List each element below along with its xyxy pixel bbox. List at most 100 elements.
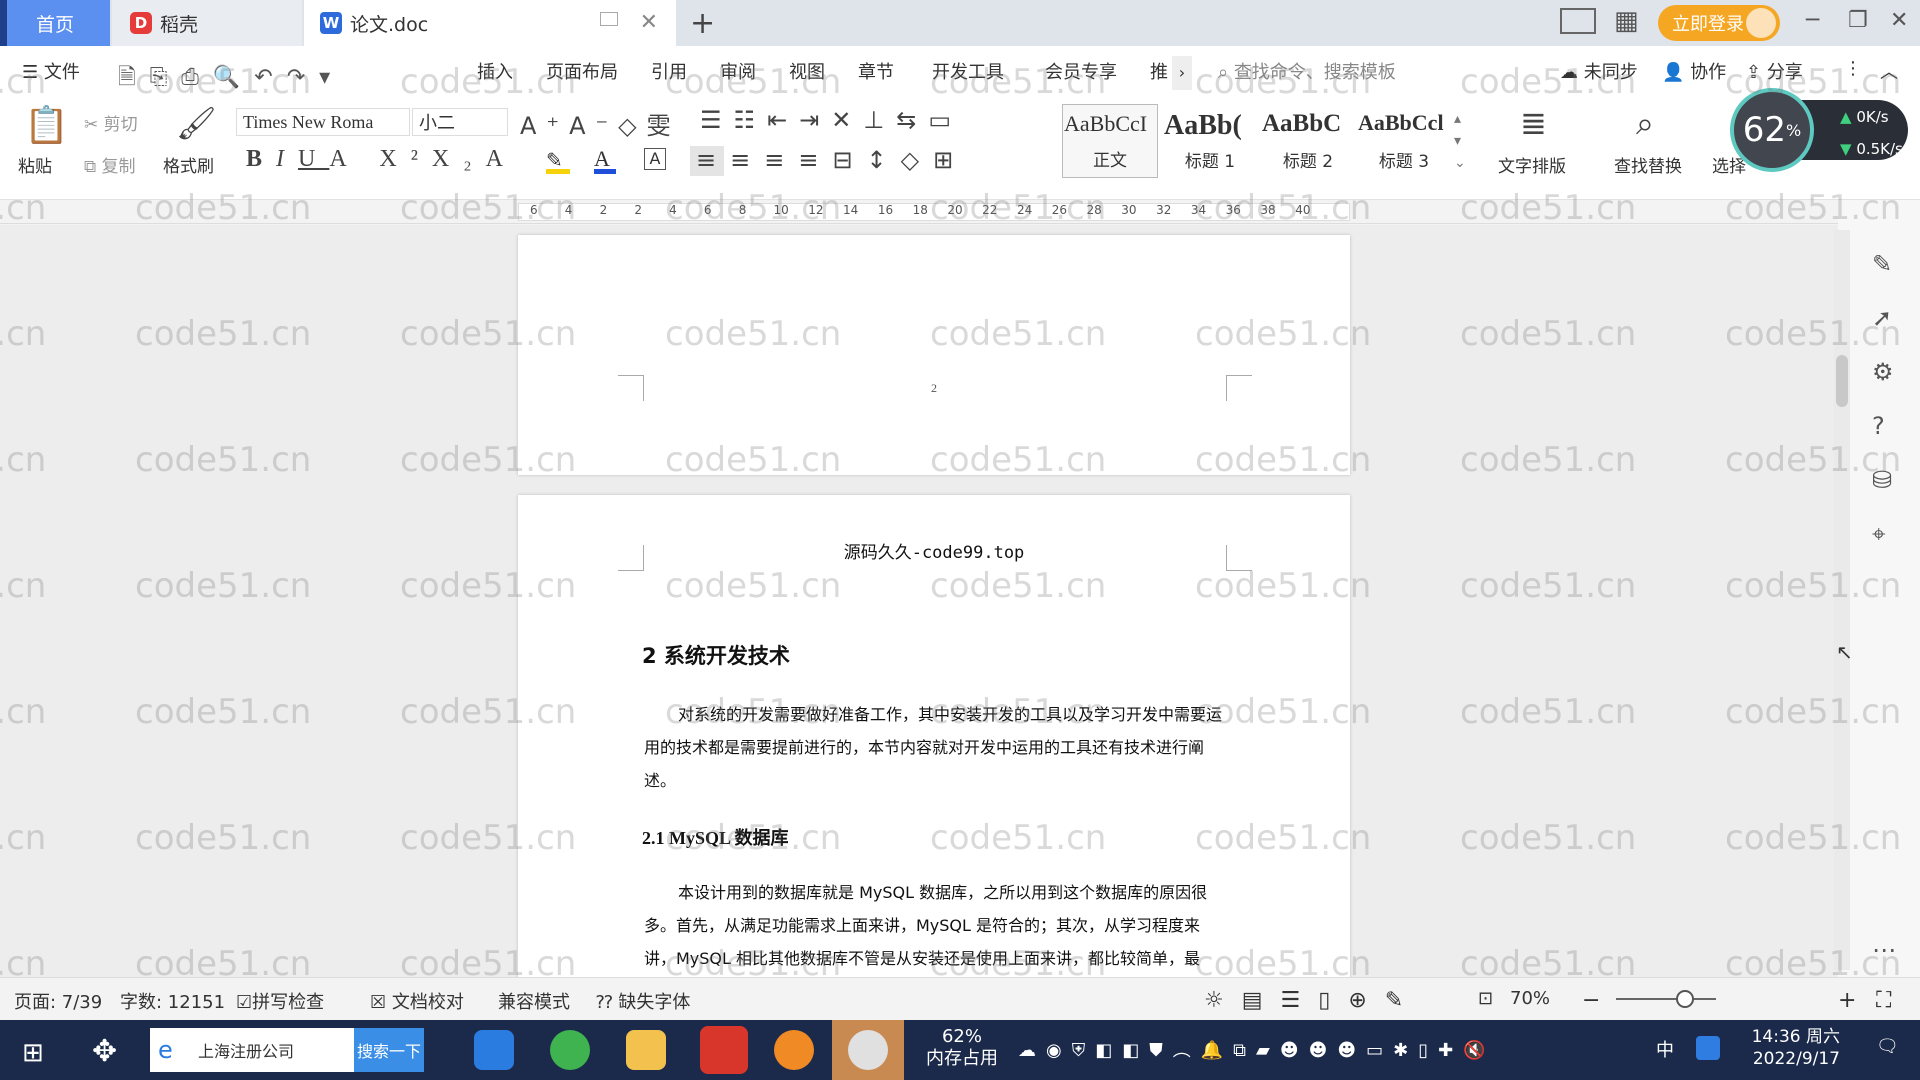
new-tab-icon[interactable]: + [690, 6, 715, 41]
style-normal[interactable]: AaBbCcI 正文 [1062, 104, 1158, 178]
ie-icon[interactable] [474, 1030, 514, 1070]
layout-icon[interactable] [1560, 8, 1596, 34]
browser-360-icon[interactable] [550, 1030, 590, 1070]
ruler-tick-label: 2 [634, 203, 642, 217]
active-app-tile[interactable] [832, 1020, 904, 1080]
vertical-scrollbar[interactable] [1834, 230, 1850, 970]
page-number: 2 [931, 381, 937, 395]
network-speed-widget[interactable]: 62% ▲ 0K/s ▼ 0.5K/s [1730, 88, 1908, 172]
clock[interactable]: 14:36 周六 2022/9/17 [1740, 1026, 1840, 1070]
taskbar-search[interactable]: e 上海注册公司 搜索一下 [150, 1028, 424, 1072]
tab-daoke[interactable]: D 稻壳 [112, 0, 302, 46]
paste-button[interactable]: 粘贴 [18, 152, 52, 177]
settings-sliders-icon[interactable]: ⚙ [1872, 358, 1894, 386]
notification-icon[interactable]: 🗨 [1876, 1036, 1899, 1057]
location-icon[interactable]: ⌖ [1872, 520, 1886, 548]
zoom-slider-thumb[interactable] [1676, 990, 1694, 1008]
window-pin-icon[interactable] [600, 12, 618, 26]
text-format-icons[interactable]: BIUA X²X₂A [246, 146, 517, 173]
file-menu[interactable]: ☰ 文件 [22, 58, 80, 84]
close-window-icon[interactable]: ✕ [1890, 8, 1908, 33]
char-border-icon[interactable]: A [644, 148, 666, 170]
style-heading2[interactable]: AaBbC 标题 2 [1260, 104, 1356, 178]
share-button[interactable]: ⇪ 分享 [1746, 58, 1803, 84]
fit-page-icon[interactable]: ⊡ [1478, 988, 1493, 1009]
wps-icon[interactable] [700, 1026, 748, 1074]
file-explorer-icon[interactable] [626, 1030, 666, 1070]
scrollbar-thumb[interactable] [1836, 355, 1848, 407]
font-name-select[interactable]: Times New Roma [236, 108, 410, 136]
command-search[interactable]: ⌕ 查找命令、搜索模板 [1218, 58, 1396, 84]
windows-start-icon[interactable]: ⊞ [22, 1038, 44, 1068]
more-dots-icon[interactable]: ⋯ [1872, 936, 1896, 964]
view-mode-icons[interactable]: ☼▤☰▯⊕✎ [1204, 988, 1421, 1013]
help-icon[interactable]: ? [1872, 412, 1885, 440]
page-previous[interactable]: 2 [518, 235, 1350, 475]
qq-icon[interactable] [1696, 1036, 1720, 1060]
zoom-slider-track[interactable] [1616, 998, 1716, 1000]
paragraph-tools-icons[interactable]: ☰☷⇤⇥✕⊥⇆▭ [700, 106, 963, 134]
format-painter-button[interactable]: 格式刷 [163, 152, 214, 177]
tray-icons[interactable]: ☁◉⛨◧◧⛊︵🔔⧉▰☻☻☻▭✱▯✚🔇 [1018, 1036, 1496, 1062]
menu-developer[interactable]: 开发工具 [932, 58, 1004, 84]
close-tab-icon[interactable]: ✕ [640, 10, 658, 35]
memory-usage[interactable]: 62% 内存占用 [926, 1026, 998, 1070]
font-tools-icons[interactable]: A⁺A⁻◇雯 [520, 106, 681, 141]
minimize-icon[interactable]: ─ [1806, 8, 1819, 33]
menu-member[interactable]: 会员专享 [1045, 58, 1117, 84]
copy-button[interactable]: ⧉ 复制 [84, 152, 136, 177]
style-heading3[interactable]: AaBbCcl 标题 3 [1356, 104, 1452, 178]
chevron-right-icon[interactable]: › [1172, 56, 1192, 90]
taskbar-search-button[interactable]: 搜索一下 [354, 1028, 424, 1072]
spell-check-button[interactable]: ☑拼写检查 [236, 988, 324, 1014]
pen-icon[interactable]: ✎ [1872, 250, 1892, 278]
menu-review[interactable]: 审阅 [720, 58, 756, 84]
quick-access-icons[interactable]: 🗎⎘⎙🔍↶↷▾ [118, 60, 344, 98]
collab-button[interactable]: 👤 协作 [1662, 58, 1726, 84]
page-count[interactable]: 页面: 7/39 [14, 988, 102, 1014]
zoom-out-icon[interactable]: − [1582, 988, 1600, 1013]
highlight-icon[interactable]: ✎ [546, 148, 570, 174]
text-layout-icon[interactable]: ≣ [1520, 104, 1547, 142]
find-replace-button[interactable]: 查找替换 [1614, 152, 1682, 177]
menu-page-layout[interactable]: 页面布局 [546, 58, 618, 84]
font-color-icon[interactable]: A [594, 146, 616, 174]
backup-icon[interactable]: ⛁ [1872, 466, 1892, 494]
find-icon[interactable]: ⌕ [1636, 104, 1654, 143]
cut-button[interactable]: ✂ 剪切 [84, 110, 138, 135]
tab-document[interactable]: W 论文.doc ✕ [304, 0, 676, 46]
alignment-icons[interactable]: ≡≡≡≡⊟↕◇⊞ [696, 146, 967, 174]
format-painter-icon[interactable]: 🖌 [176, 104, 217, 142]
text-layout-button[interactable]: 文字排版 [1498, 152, 1566, 177]
collapse-ribbon-icon[interactable]: ︿ [1880, 58, 1898, 84]
font-size-select[interactable]: 小二 [412, 108, 508, 136]
ime-indicator[interactable]: 中 [1656, 1036, 1674, 1062]
styles-scroll-icon[interactable]: ▴ ▾ ⌄ [1454, 108, 1466, 174]
menu-view[interactable]: 视图 [789, 58, 825, 84]
zoom-in-icon[interactable]: + [1838, 988, 1856, 1013]
ruler-tick-label: 22 [982, 203, 998, 217]
tab-home[interactable]: 首页 [0, 0, 110, 66]
menu-insert[interactable]: 插入 [477, 58, 513, 84]
style-heading2-label: 标题 2 [1282, 152, 1334, 172]
cursor-icon[interactable]: ➚ [1872, 304, 1892, 332]
login-button[interactable]: 立即登录 [1658, 5, 1780, 41]
word-count[interactable]: 字数: 12151 [120, 988, 225, 1014]
file-menu-label: 文件 [43, 62, 80, 83]
restore-icon[interactable]: ❐ [1848, 8, 1868, 33]
app-icon[interactable] [774, 1030, 814, 1070]
grid-apps-icon[interactable]: ▦ [1614, 6, 1639, 36]
fullscreen-icon[interactable]: ⛶ [1876, 988, 1891, 1013]
sync-status[interactable]: ☁ 未同步 [1560, 58, 1638, 84]
ruler-tick-label: 10 [773, 203, 789, 217]
pinwheel-icon[interactable]: ✥ [92, 1034, 117, 1069]
more-icon[interactable]: ⋮ [1844, 58, 1862, 79]
missing-font-button[interactable]: ⁇ 缺失字体 [596, 988, 690, 1014]
proofread-button[interactable]: ☒ 文档校对 [370, 988, 464, 1014]
style-heading1[interactable]: AaBb(标题 1 [1162, 104, 1258, 178]
paste-icon[interactable]: 📋 [24, 104, 69, 146]
zoom-select[interactable]: 70% [1510, 988, 1550, 1009]
menu-chapter[interactable]: 章节 [858, 58, 894, 84]
menu-references[interactable]: 引用 [651, 58, 687, 84]
menu-recommend[interactable]: 推 [1150, 58, 1168, 84]
